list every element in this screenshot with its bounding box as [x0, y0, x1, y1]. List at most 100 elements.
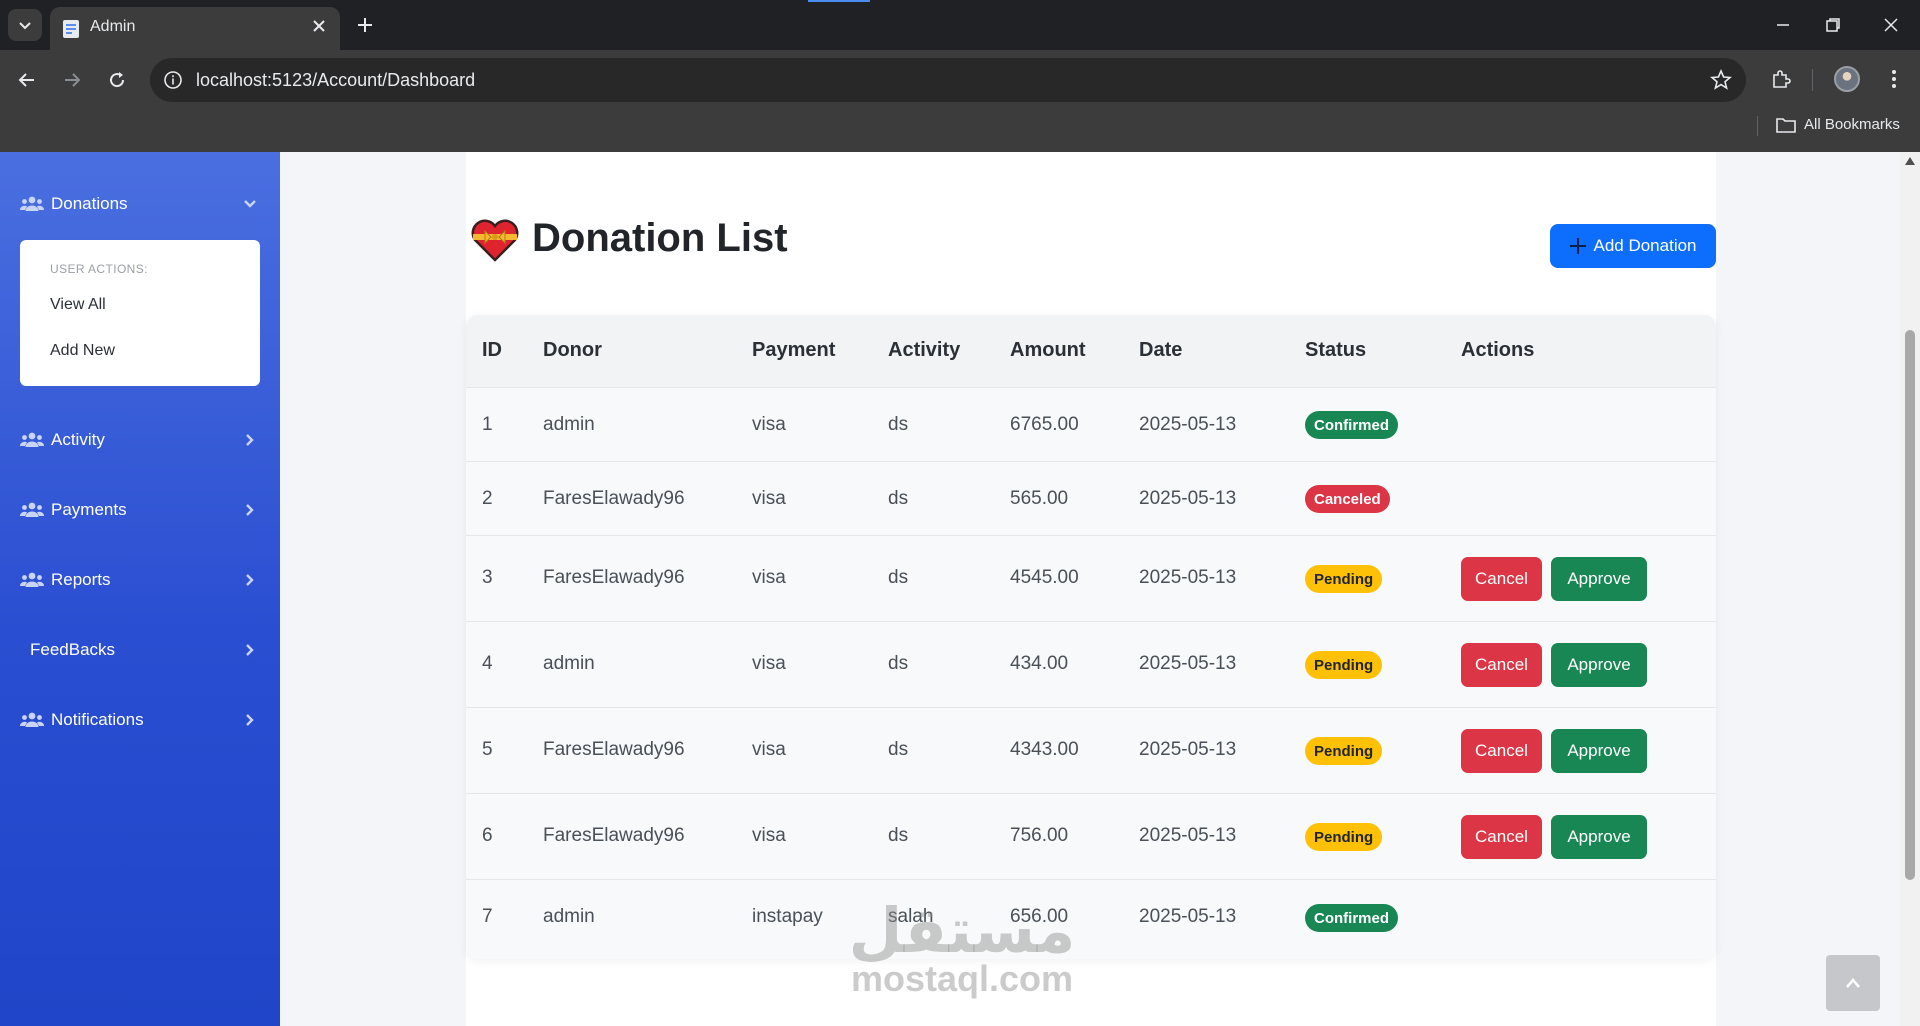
close-icon[interactable] — [310, 17, 328, 35]
approve-button[interactable]: Approve — [1551, 643, 1647, 687]
plus-icon — [358, 18, 372, 32]
status-badge: Pending — [1305, 737, 1383, 765]
restore-icon — [1826, 18, 1840, 32]
cell-id: 3 — [482, 567, 493, 588]
table-row: 1 admin visa ds 6765.00 2025-05-13 Confi… — [466, 388, 1716, 462]
favicon-icon — [63, 20, 79, 38]
back-to-top-button[interactable] — [1826, 955, 1880, 1011]
extensions-icon — [1773, 70, 1791, 88]
all-bookmarks-button[interactable]: All Bookmarks — [1776, 116, 1900, 133]
submenu-item-add-new[interactable]: Add New — [50, 342, 115, 360]
submenu-item-view-all[interactable]: View All — [50, 296, 106, 314]
donations-table: ID Donor Payment Activity Amount Date St… — [466, 315, 1716, 959]
reload-button[interactable] — [102, 65, 132, 95]
cell-payment: visa — [752, 739, 786, 760]
chevron-up-icon — [1846, 978, 1860, 988]
new-tab-button[interactable] — [352, 12, 378, 38]
browser-menu-button[interactable] — [1879, 64, 1909, 94]
cell-id: 4 — [482, 653, 493, 674]
cell-payment: visa — [752, 414, 786, 435]
sidebar-item-label: Payments — [51, 500, 127, 519]
cell-amount: 434.00 — [1010, 653, 1069, 674]
sidebar-item-activity[interactable]: Activity — [0, 418, 280, 462]
sidebar-item-donations[interactable]: Donations — [0, 182, 280, 226]
approve-button[interactable]: Approve — [1551, 729, 1647, 773]
cell-id: 2 — [482, 488, 493, 509]
cell-amount: 6765.00 — [1010, 414, 1079, 435]
cell-id: 1 — [482, 414, 493, 435]
all-bookmarks-label: All Bookmarks — [1804, 116, 1900, 133]
scrollbar-thumb[interactable] — [1905, 330, 1915, 880]
users-icon — [20, 572, 44, 587]
forward-icon — [65, 73, 81, 87]
status-badge: Pending — [1305, 823, 1383, 851]
close-window-button[interactable] — [1878, 12, 1904, 38]
column-header-actions: Actions — [1461, 339, 1535, 361]
sidebar-item-feedbacks[interactable]: FeedBacks — [0, 628, 280, 672]
tab-search-icon — [19, 22, 31, 30]
cell-donor: FaresElawady96 — [543, 825, 685, 846]
status-badge: Canceled — [1305, 485, 1390, 513]
cell-activity: ds — [888, 567, 909, 588]
bookmarks-divider — [1757, 116, 1758, 136]
cell-payment: visa — [752, 653, 786, 674]
page-scrollbar[interactable] — [1900, 152, 1920, 1026]
cell-date: 2025-05-13 — [1139, 906, 1237, 927]
cancel-button[interactable]: Cancel — [1461, 557, 1542, 601]
sidebar-item-payments[interactable]: Payments — [0, 488, 280, 532]
column-header-payment: Payment — [752, 339, 836, 361]
cell-payment: instapay — [752, 906, 823, 927]
approve-button[interactable]: Approve — [1551, 557, 1647, 601]
sidebar-item-label: Donations — [51, 194, 128, 213]
browser-toolbar: localhost:5123/Account/Dashboard All Boo… — [0, 50, 1920, 152]
extensions-button[interactable] — [1766, 64, 1796, 94]
star-icon[interactable] — [1710, 69, 1732, 91]
cancel-button[interactable]: Cancel — [1461, 643, 1542, 687]
sidebar-item-label: Reports — [51, 570, 111, 589]
scroll-up-arrow-icon[interactable] — [1904, 156, 1916, 166]
chevron-right-icon — [246, 434, 254, 446]
table-row: 4 admin visa ds 434.00 2025-05-13 Pendin… — [466, 622, 1716, 708]
active-tab[interactable]: Admin — [50, 7, 340, 50]
tab-title: Admin — [90, 18, 136, 35]
donations-submenu: USER ACTIONS: View All Add New — [20, 240, 260, 386]
table-row: 6 FaresElawady96 visa ds 756.00 2025-05-… — [466, 794, 1716, 880]
forward-button[interactable] — [57, 65, 87, 95]
profile-avatar[interactable] — [1834, 66, 1860, 92]
cell-activity: salah — [888, 906, 934, 927]
cell-payment: visa — [752, 488, 786, 509]
approve-button[interactable]: Approve — [1551, 815, 1647, 859]
add-donation-label: Add Donation — [1593, 236, 1697, 255]
sidebar-item-notifications[interactable]: Notifications — [0, 698, 280, 742]
restore-button[interactable] — [1820, 12, 1846, 38]
add-donation-button[interactable]: Add Donation — [1550, 224, 1716, 268]
sidebar-item-label: FeedBacks — [30, 640, 116, 659]
table-row: 2 FaresElawady96 visa ds 565.00 2025-05-… — [466, 462, 1716, 536]
back-button[interactable] — [12, 65, 42, 95]
tab-indicator — [808, 0, 870, 2]
status-badge: Pending — [1305, 565, 1383, 593]
cancel-button[interactable]: Cancel — [1461, 815, 1542, 859]
address-bar[interactable]: localhost:5123/Account/Dashboard — [150, 58, 1746, 102]
minimize-button[interactable] — [1770, 12, 1796, 38]
users-icon — [20, 196, 44, 211]
cancel-button[interactable]: Cancel — [1461, 729, 1542, 773]
sidebar-item-reports[interactable]: Reports — [0, 558, 280, 602]
cell-activity: ds — [888, 739, 909, 760]
chevron-right-icon — [246, 714, 254, 726]
table-row: 7 admin instapay salah 656.00 2025-05-13… — [466, 880, 1716, 959]
cell-activity: ds — [888, 825, 909, 846]
content-card: Donation List Add Donation ID Donor Paym… — [466, 152, 1716, 1026]
table-row: 5 FaresElawady96 visa ds 4343.00 2025-05… — [466, 708, 1716, 794]
url-text: localhost:5123/Account/Dashboard — [196, 70, 476, 90]
plus-icon — [1570, 238, 1587, 254]
column-header-activity: Activity — [888, 339, 961, 361]
cell-date: 2025-05-13 — [1139, 567, 1237, 588]
back-icon — [18, 73, 34, 87]
tab-search-button[interactable] — [8, 9, 42, 41]
column-header-id: ID — [482, 339, 502, 361]
info-icon[interactable] — [162, 69, 184, 91]
cell-donor: admin — [543, 906, 595, 927]
cell-payment: visa — [752, 825, 786, 846]
menu-icon — [1892, 70, 1896, 88]
